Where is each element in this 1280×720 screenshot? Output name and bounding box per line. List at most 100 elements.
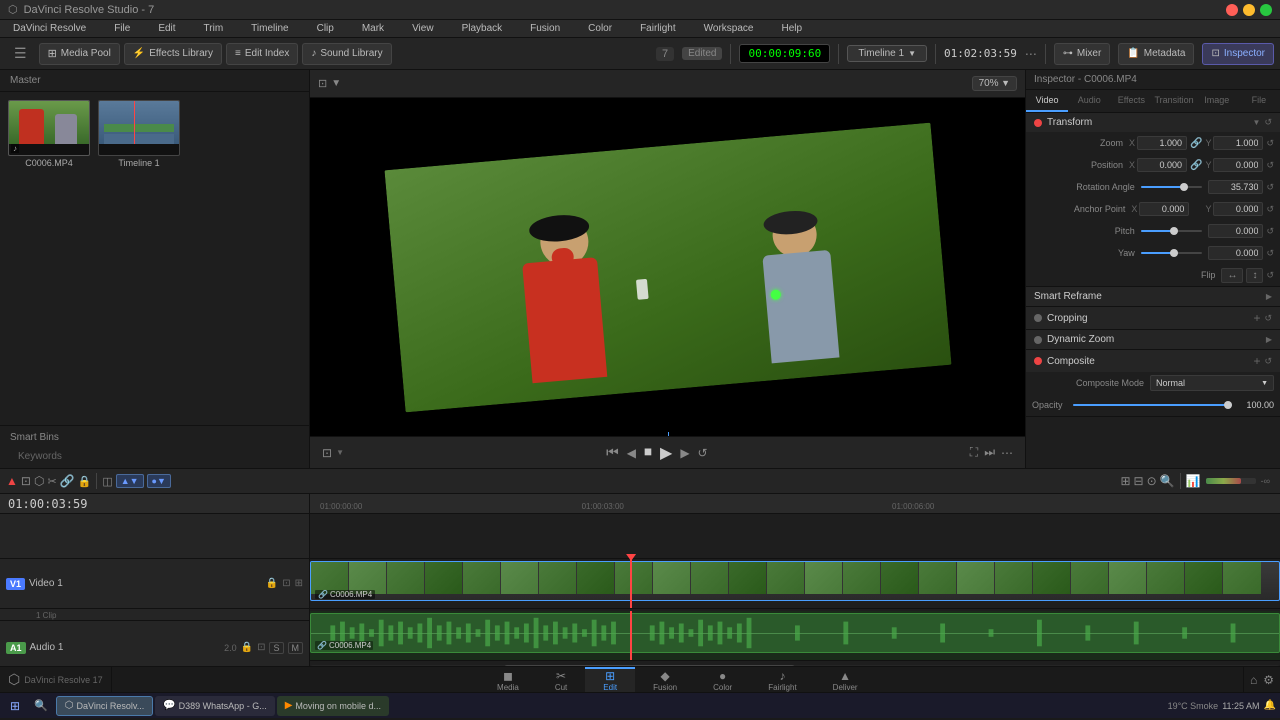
nav-tab-edit[interactable]: ⊞ Edit [585, 667, 635, 692]
metadata-btn[interactable]: 📋 Metadata [1118, 43, 1194, 65]
opacity-slider-thumb[interactable] [1224, 401, 1232, 409]
preview-more-btn[interactable]: ⋯ [1001, 446, 1013, 460]
menu-clip[interactable]: Clip [310, 23, 341, 34]
anchor-reset-btn[interactable]: ↺ [1266, 204, 1274, 215]
transform-reset-icon[interactable]: ↺ [1264, 117, 1272, 128]
stop-btn[interactable]: ⏹ [644, 444, 652, 462]
start-btn[interactable]: ⊞ [4, 697, 26, 715]
v1-video-clip[interactable]: 🔗 C0006.MP4 [310, 561, 1280, 601]
a1-s-btn[interactable]: S [269, 642, 283, 654]
pos-link-icon[interactable]: 🔗 [1190, 160, 1202, 171]
position-y-input[interactable] [1213, 158, 1263, 172]
zoom-level-display[interactable]: 70% ▼ [972, 76, 1017, 91]
tl-zoom-fit-btn[interactable]: ⊙ [1147, 474, 1157, 488]
rotation-reset-btn[interactable]: ↺ [1266, 182, 1274, 193]
menu-trim[interactable]: Trim [197, 23, 231, 34]
smart-reframe-header[interactable]: Smart Reframe ▶ [1026, 287, 1280, 306]
crop-reset-icon[interactable]: ↺ [1264, 313, 1272, 324]
tl-tool-lock[interactable]: 🔒 [78, 475, 92, 488]
position-x-input[interactable] [1137, 158, 1187, 172]
win-search-btn[interactable]: 🔍 [28, 697, 54, 714]
crop-add-icon[interactable]: + [1253, 311, 1260, 325]
tl-tool-link[interactable]: 🔗 [60, 474, 75, 488]
nav-tab-deliver[interactable]: ▲ Deliver [815, 667, 876, 692]
home-btn[interactable]: ⌂ [1250, 673, 1257, 687]
link-icon[interactable]: 🔗 [1190, 138, 1202, 149]
composite-mode-select[interactable]: Normal ▼ [1150, 375, 1274, 391]
comp-reset-icon[interactable]: ↺ [1264, 356, 1272, 367]
timeline-name-display[interactable]: Timeline 1 ▼ [847, 45, 927, 62]
settings-btn[interactable]: ⚙ [1263, 673, 1274, 687]
v1-filmstrip-btn[interactable]: ⊞ [295, 578, 303, 589]
v1-mono-btn[interactable]: ⊡ [282, 578, 290, 589]
window-max-btn[interactable] [1260, 4, 1272, 16]
zoom-y-input[interactable] [1213, 136, 1263, 150]
viewer-layout-btn[interactable]: ⊡ [318, 77, 327, 90]
tl-zoom-out-btn[interactable]: ⊟ [1134, 474, 1144, 488]
tl-snap-btn[interactable]: ◫ [102, 475, 112, 488]
menu-playback[interactable]: Playback [455, 23, 510, 34]
a1-mono-btn[interactable]: ⊡ [257, 642, 265, 653]
menu-mark[interactable]: Mark [355, 23, 391, 34]
viewer-resize-btn[interactable]: ⊡ [322, 446, 332, 460]
tl-flag-btn[interactable]: ▲▼ [116, 474, 144, 488]
tab-file[interactable]: File [1238, 90, 1280, 112]
taskbar-item-dr[interactable]: ⬡ DaVinci Resolv... [56, 696, 153, 716]
window-min-btn[interactable] [1243, 4, 1255, 16]
step-back-btn[interactable]: ◀ [627, 446, 636, 460]
pitch-reset-btn[interactable]: ↺ [1266, 226, 1274, 237]
menu-fusion[interactable]: Fusion [523, 23, 567, 34]
cropping-header[interactable]: Cropping + ↺ [1026, 307, 1280, 329]
sound-library-btn[interactable]: ♪ Sound Library [302, 43, 391, 65]
nav-tab-cut[interactable]: ✂ Cut [537, 667, 585, 692]
menu-fairlight[interactable]: Fairlight [633, 23, 683, 34]
tl-color-btn[interactable]: ●▼ [147, 474, 171, 488]
zoom-x-input[interactable] [1137, 136, 1187, 150]
media-item-timeline1[interactable]: Timeline 1 [98, 100, 180, 417]
tl-tool-blade[interactable]: ✂ [47, 475, 56, 488]
edit-index-btn[interactable]: ≡ Edit Index [226, 43, 298, 65]
flip-reset-btn[interactable]: ↺ [1266, 270, 1274, 281]
step-forward-btn[interactable]: ▶ [680, 446, 689, 460]
nav-tab-fairlight[interactable]: ♪ Fairlight [750, 667, 814, 692]
nav-tab-fusion[interactable]: ◆ Fusion [635, 667, 695, 692]
pitch-input[interactable] [1208, 224, 1263, 238]
tl-zoom-in-btn[interactable]: ⊞ [1120, 474, 1130, 488]
play-btn[interactable]: ▶ [660, 443, 672, 463]
a1-lock-btn[interactable]: 🔒 [241, 642, 253, 653]
inspector-btn[interactable]: ⊡ Inspector [1202, 43, 1274, 65]
menu-davinci[interactable]: DaVinci Resolve [6, 23, 93, 34]
timeline-scroll[interactable] [310, 661, 1280, 666]
tab-video[interactable]: Video [1026, 90, 1068, 112]
anchor-y-input[interactable] [1213, 202, 1263, 216]
mixer-btn[interactable]: ⊶ Mixer [1054, 43, 1110, 65]
workspace-layout-btn[interactable]: ☰ [6, 43, 35, 65]
media-pool-toggle-btn[interactable]: ⊞ Media Pool [39, 43, 120, 65]
menu-file[interactable]: File [107, 23, 137, 34]
zoom-reset-btn[interactable]: ↺ [1266, 138, 1274, 149]
menu-workspace[interactable]: Workspace [697, 23, 761, 34]
main-timecode[interactable]: 00:00:09:60 [739, 44, 830, 63]
media-item-c0006[interactable]: ♪ C0006.MP4 [8, 100, 90, 417]
effects-library-btn[interactable]: ⚡ Effects Library [124, 43, 222, 65]
taskbar-item-whatsapp[interactable]: 💬 D389 WhatsApp - G... [155, 696, 275, 716]
flip-vertical-btn[interactable]: ↕ [1246, 268, 1263, 283]
tl-tool-arrow[interactable]: ▲ [6, 474, 18, 488]
transform-header[interactable]: Transform ▼ ↺ [1026, 113, 1280, 132]
menu-help[interactable]: Help [774, 23, 809, 34]
menu-view[interactable]: View [405, 23, 441, 34]
taskbar-item-moving[interactable]: ▶ Moving on mobile d... [277, 696, 389, 716]
tab-audio[interactable]: Audio [1068, 90, 1110, 112]
v1-lock-btn[interactable]: 🔒 [266, 578, 278, 589]
nav-tab-media[interactable]: ◼ Media [479, 667, 537, 692]
tl-tool-trim[interactable]: ⊡ [21, 474, 31, 488]
tl-magnify-btn[interactable]: 🔍 [1160, 474, 1175, 488]
window-close-btn[interactable] [1226, 4, 1238, 16]
rotation-input[interactable] [1208, 180, 1263, 194]
a1-audio-clip[interactable]: 🔗 C0006.MP4 [310, 613, 1280, 653]
nav-tab-color[interactable]: ● Color [695, 667, 750, 692]
fullscreen-btn[interactable]: ⛶ [970, 445, 978, 460]
menu-edit[interactable]: Edit [151, 23, 182, 34]
yaw-reset-btn[interactable]: ↺ [1266, 248, 1274, 259]
tl-tool-dynamic[interactable]: ⬡ [34, 474, 44, 488]
